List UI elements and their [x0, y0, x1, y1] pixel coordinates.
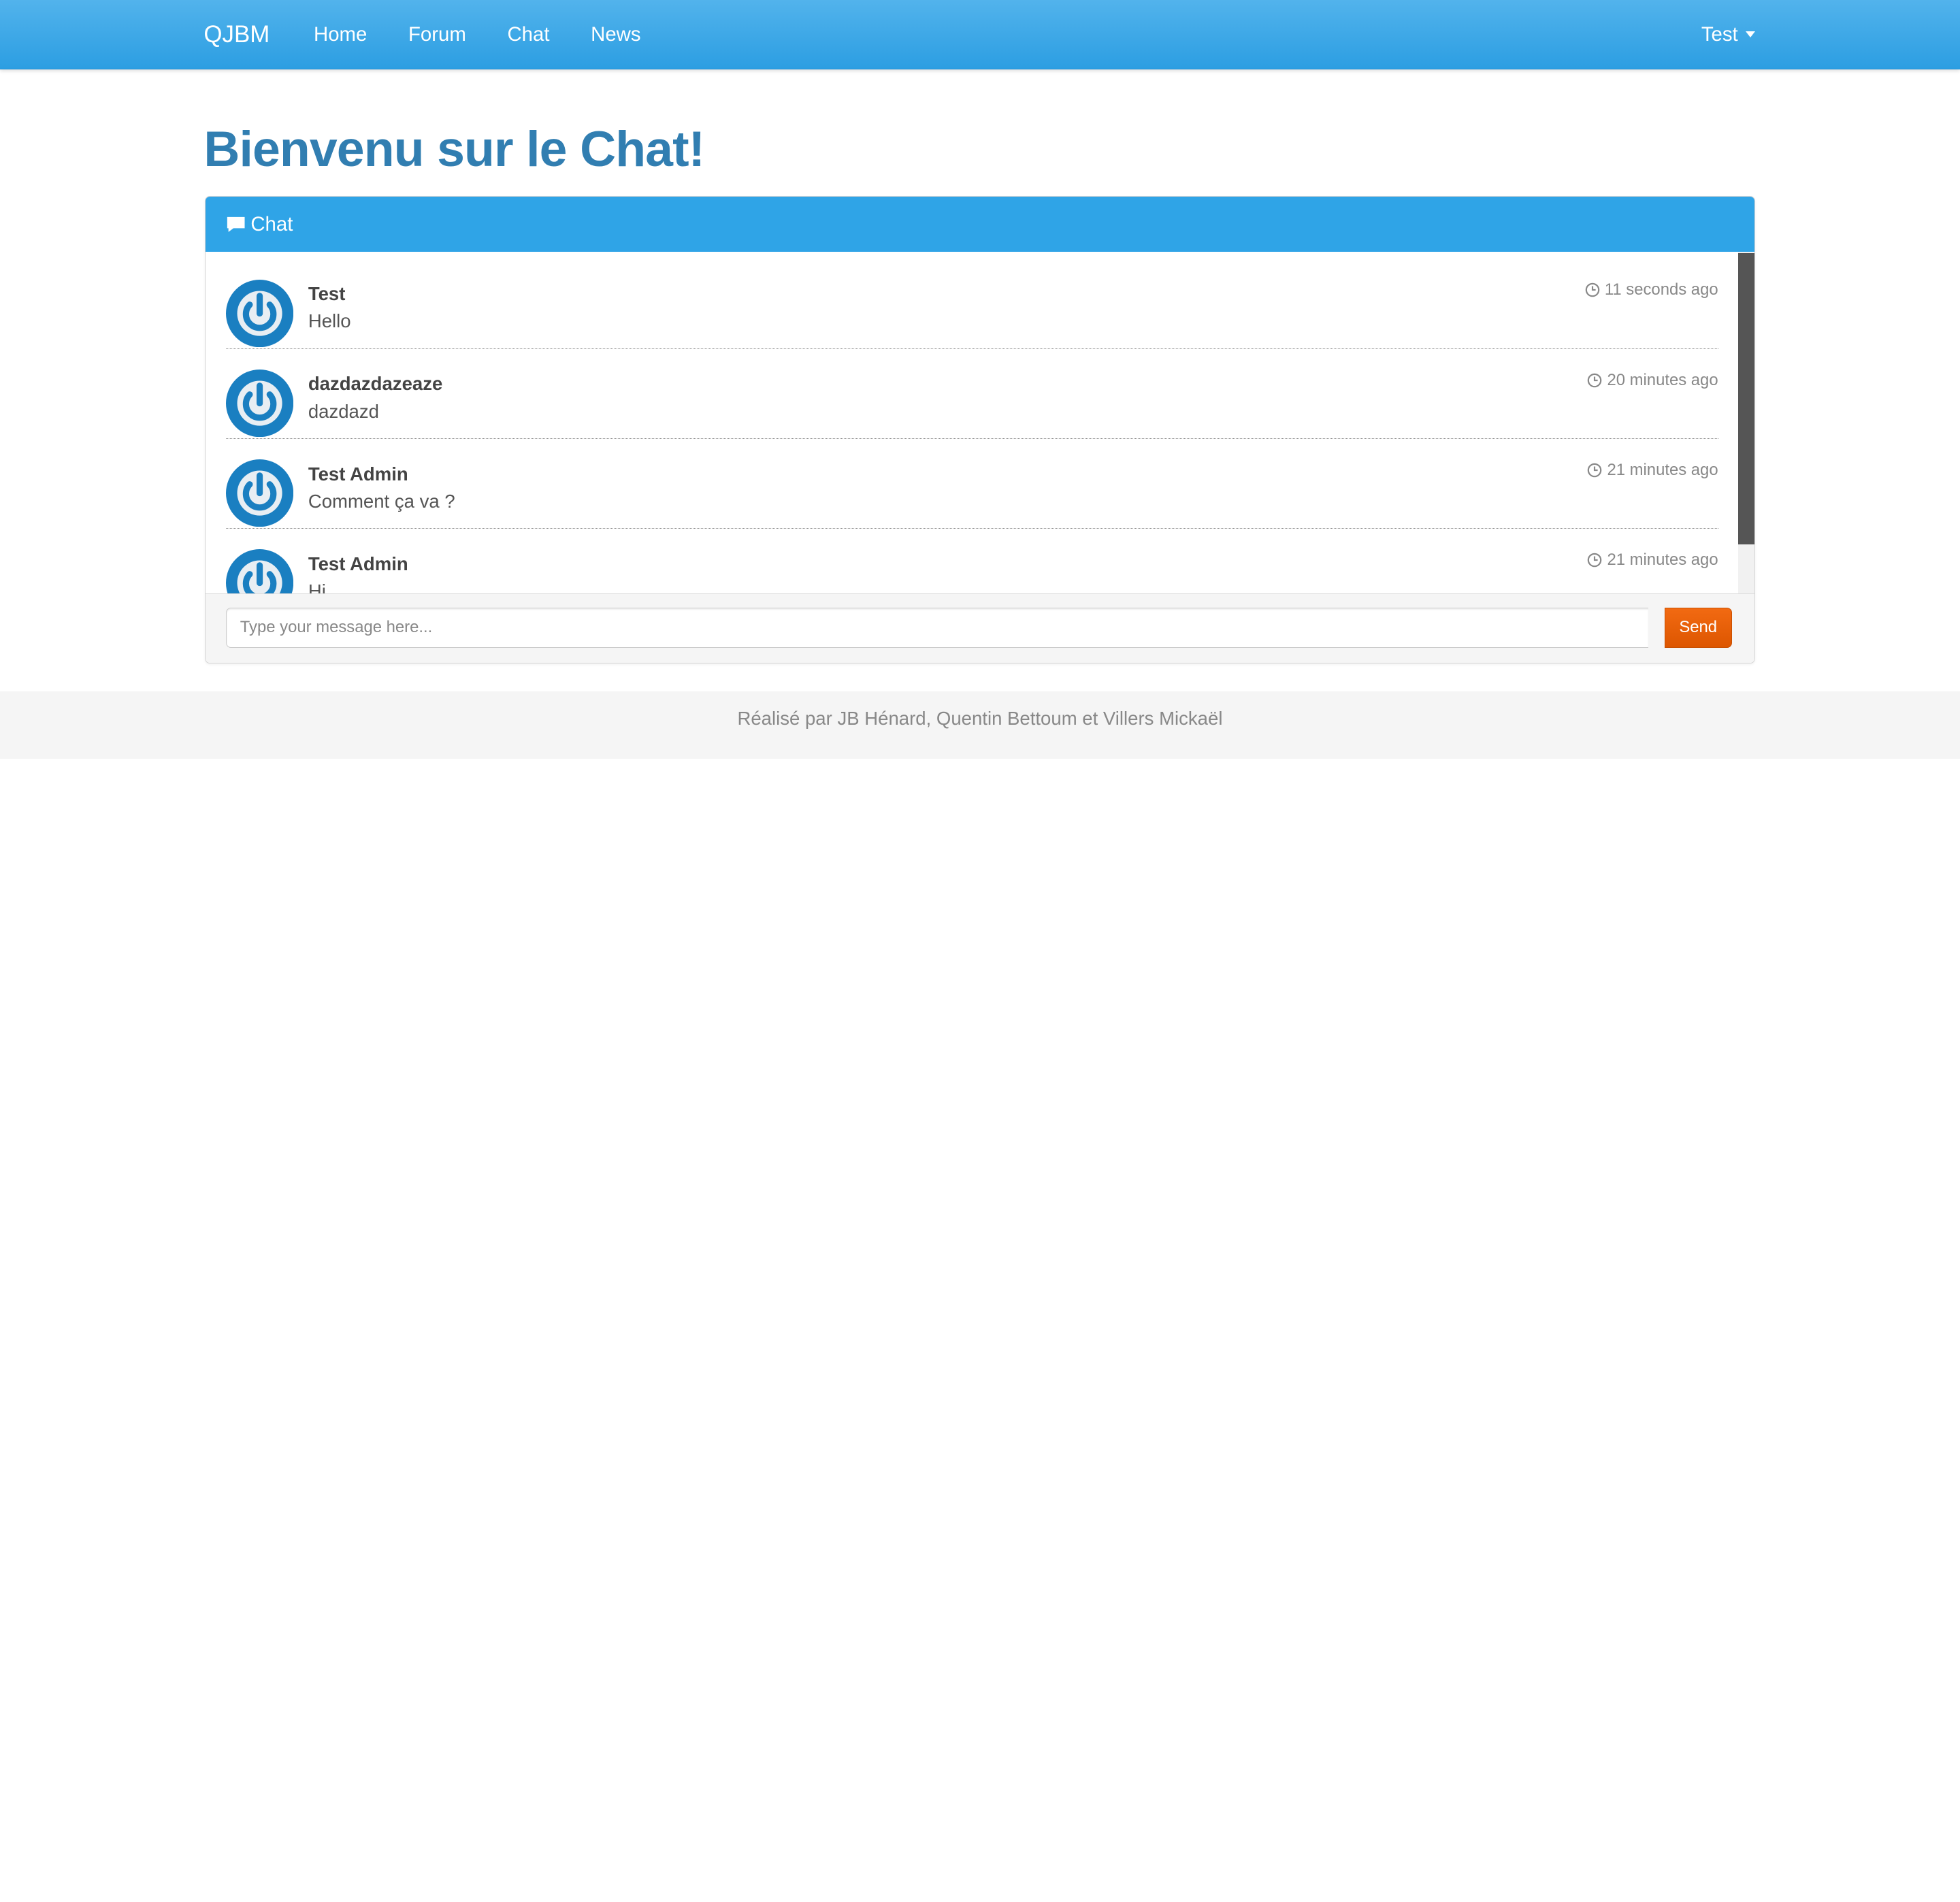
message-text: Hi [308, 580, 326, 593]
message-time-label: 21 minutes ago [1607, 460, 1718, 479]
chat-input-bar: Send [206, 593, 1754, 663]
message-author: Test Admin [308, 553, 408, 574]
page: QJBM Home Forum Chat News Test Bienvenu … [0, 0, 1960, 1036]
message-item: dazdazdazeaze dazdazd 20 minutes ago [225, 349, 1718, 439]
message-time: 21 minutes ago [1587, 551, 1718, 570]
power-avatar-icon [225, 279, 293, 347]
message-text: Hello [308, 310, 351, 332]
message-scrollbar-track[interactable] [1738, 252, 1754, 593]
message-time: 20 minutes ago [1587, 371, 1718, 390]
send-button[interactable]: Send [1664, 607, 1732, 648]
message-list: Test Hello 11 seconds ago dazdazdazeaze … [206, 252, 1754, 593]
nav-link-news[interactable]: News [591, 0, 640, 69]
message-time: 11 seconds ago [1585, 280, 1718, 299]
clock-icon [1587, 553, 1602, 568]
page-title: Bienvenu sur le Chat! [203, 120, 705, 178]
power-avatar-icon [225, 459, 293, 527]
message-item: Test Hello 11 seconds ago [225, 259, 1718, 349]
message-input[interactable] [225, 607, 1648, 648]
message-text: Comment ça va ? [308, 490, 455, 512]
chat-panel: Chat Test Hello 11 seconds ago dazdazdaz… [205, 196, 1755, 664]
chat-panel-heading: Chat [206, 197, 1754, 252]
message-author: dazdazdazeaze [308, 373, 443, 395]
caret-down-icon [1745, 31, 1755, 37]
message-author: Test [308, 283, 346, 305]
user-menu-dropdown[interactable]: Test [1701, 0, 1755, 69]
comment-icon [227, 216, 245, 232]
navbar: QJBM Home Forum Chat News Test [0, 0, 1960, 70]
message-item: Test Admin Hi 21 minutes ago [225, 529, 1718, 593]
footer-credits: Réalisé par JB Hénard, Quentin Bettoum e… [737, 707, 1223, 729]
nav-links: Home Forum Chat News [314, 0, 682, 69]
page-footer: Réalisé par JB Hénard, Quentin Bettoum e… [0, 691, 1960, 759]
nav-link-home[interactable]: Home [314, 0, 367, 69]
message-time-label: 21 minutes ago [1607, 551, 1718, 570]
clock-icon [1587, 463, 1602, 478]
message-text: dazdazd [308, 400, 379, 422]
nav-link-forum[interactable]: Forum [408, 0, 466, 69]
user-menu-label: Test [1701, 23, 1738, 46]
message-time: 21 minutes ago [1587, 461, 1718, 480]
clock-icon [1587, 373, 1602, 387]
message-item: Test Admin Comment ça va ? 21 minutes ag… [225, 440, 1718, 529]
message-time-label: 20 minutes ago [1607, 370, 1718, 389]
power-avatar-icon [225, 369, 293, 437]
brand-link[interactable]: QJBM [203, 0, 270, 69]
clock-icon [1585, 283, 1599, 297]
chat-panel-title: Chat [250, 212, 293, 235]
message-time-label: 11 seconds ago [1604, 280, 1718, 299]
message-author: Test Admin [308, 463, 408, 485]
message-scrollbar-thumb[interactable] [1738, 253, 1754, 544]
nav-link-chat[interactable]: Chat [507, 0, 549, 69]
power-avatar-icon [225, 549, 293, 593]
